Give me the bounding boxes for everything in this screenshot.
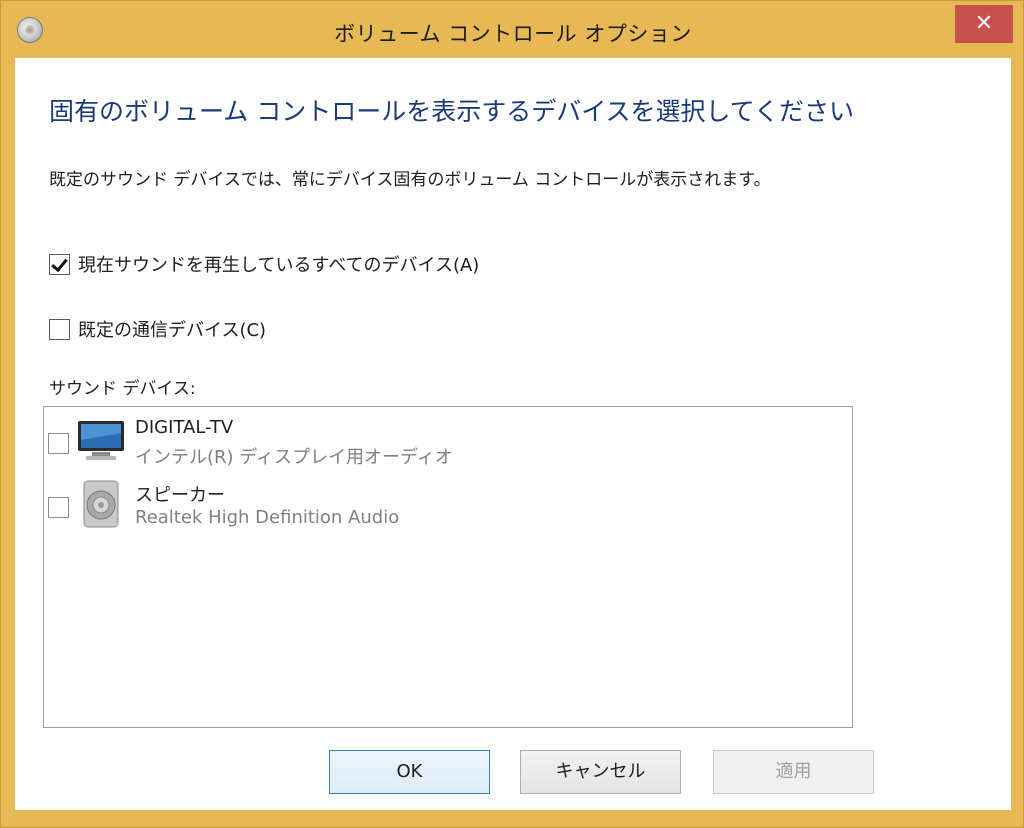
cancel-button[interactable]: キャンセル bbox=[520, 750, 681, 794]
device-checkbox-speaker[interactable] bbox=[48, 497, 69, 518]
window-title: ボリューム コントロール オプション bbox=[334, 22, 692, 46]
default-comm-device-checkbox[interactable] bbox=[49, 318, 70, 340]
close-icon: ✕ bbox=[974, 11, 994, 36]
title-bar[interactable]: ボリューム コントロール オプション ✕ bbox=[1, 1, 1024, 61]
device-name: スピーカー bbox=[135, 485, 225, 506]
device-name: DIGITAL-TV bbox=[135, 417, 234, 438]
tv-monitor-icon bbox=[78, 421, 124, 460]
device-item-digital-tv[interactable]: DIGITAL-TV インテル(R) ディスプレイ用オーディオ bbox=[44, 411, 844, 469]
ok-button[interactable]: OK bbox=[329, 750, 490, 794]
dialog-window: ボリューム コントロール オプション ✕ 固有のボリューム コントロールを表示す… bbox=[0, 0, 1024, 828]
sound-devices-label: サウンド デバイス: bbox=[49, 379, 196, 399]
default-comm-device-option[interactable]: 既定の通信デバイス(C) bbox=[49, 316, 266, 342]
sound-device-list[interactable]: DIGITAL-TV インテル(R) ディスプレイ用オーディオ スピーカー Re… bbox=[43, 406, 853, 728]
device-description: Realtek High Definition Audio bbox=[135, 507, 400, 528]
description-text: 既定のサウンド デバイスでは、常にデバイス固有のボリューム コントロールが表示さ… bbox=[49, 170, 771, 190]
device-checkbox-digital-tv[interactable] bbox=[48, 433, 69, 454]
speaker-icon bbox=[83, 480, 119, 528]
apply-button[interactable]: 適用 bbox=[713, 750, 874, 794]
all-playing-devices-label[interactable]: 現在サウンドを再生しているすべてのデバイス(A) bbox=[78, 251, 479, 277]
dialog-content: 固有のボリューム コントロールを表示するデバイスを選択してください 既定のサウン… bbox=[15, 58, 1011, 810]
all-playing-devices-option[interactable]: 現在サウンドを再生しているすべてのデバイス(A) bbox=[49, 251, 479, 277]
device-item-speaker[interactable]: スピーカー Realtek High Definition Audio bbox=[44, 475, 844, 533]
all-playing-devices-checkbox[interactable] bbox=[49, 253, 70, 275]
close-button[interactable]: ✕ bbox=[955, 5, 1013, 43]
device-description: インテル(R) ディスプレイ用オーディオ bbox=[135, 447, 453, 468]
default-comm-device-label[interactable]: 既定の通信デバイス(C) bbox=[78, 316, 266, 342]
instruction-heading: 固有のボリューム コントロールを表示するデバイスを選択してください bbox=[49, 97, 854, 126]
